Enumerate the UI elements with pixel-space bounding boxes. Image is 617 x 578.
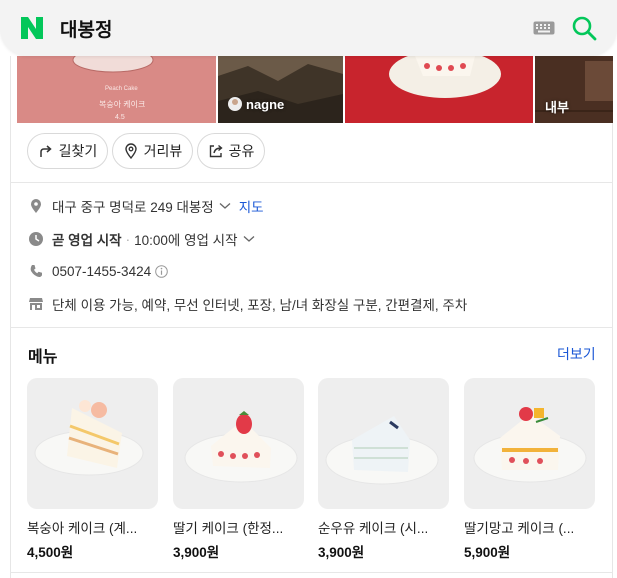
clock-icon: [29, 232, 43, 246]
peach-cake-image: [34, 400, 144, 476]
phone-row[interactable]: 0507-1455-3424: [28, 261, 168, 281]
divider: [10, 572, 613, 573]
cover-rating: 4.5: [115, 114, 125, 121]
photo-user-label: nagne: [246, 97, 285, 112]
menu-item-image[interactable]: [318, 378, 449, 509]
directions-button[interactable]: 길찾기: [27, 133, 108, 169]
search-bar[interactable]: 대봉정: [0, 0, 617, 56]
menu-item[interactable]: 딸기 케이크 (한정... 3,900원: [173, 378, 304, 561]
photo-cover[interactable]: Peach Cake 복숭아 케이크 4.5: [17, 56, 216, 123]
menu-item[interactable]: 딸기망고 케이크 (... 5,900원: [464, 378, 595, 561]
menu-item-name: 딸기망고 케이크 (...: [464, 521, 575, 536]
menu-item-name: 순우유 케이크 (시...: [318, 521, 429, 536]
photo-strip[interactable]: Peach Cake 복숭아 케이크 4.5 nagne 내부: [17, 56, 613, 123]
directions-label: 길찾기: [58, 143, 98, 159]
amenities-text: 단체 이용 가능, 예약, 무선 인터넷, 포장, 남/녀 화장실 구분, 간편…: [52, 298, 468, 313]
photo-cake[interactable]: [345, 56, 533, 123]
phone-number[interactable]: 0507-1455-3424: [52, 264, 151, 279]
search-icon[interactable]: [571, 15, 597, 41]
menu-item-price: 5,900원: [464, 545, 511, 560]
store-icon: [29, 298, 43, 310]
menu-item[interactable]: 복숭아 케이크 (계... 4,500원: [27, 378, 158, 561]
strawberry-cake-image: [184, 411, 298, 483]
photo-scenery: [218, 56, 343, 123]
menu-item-price: 3,900원: [318, 545, 365, 560]
cover-caption: Peach Cake: [105, 86, 138, 92]
naver-logo-icon[interactable]: [18, 14, 46, 42]
menu-item-price: 3,900원: [173, 545, 220, 560]
menu-item-price: 4,500원: [27, 545, 74, 560]
menu-item-name: 딸기 케이크 (한정...: [173, 521, 284, 536]
street-view-button[interactable]: 거리뷰: [112, 133, 193, 169]
menu-section-title: 메뉴: [28, 349, 58, 366]
chevron-down-icon[interactable]: [243, 235, 255, 243]
menu-item-image[interactable]: [173, 378, 304, 509]
phone-icon: [30, 265, 42, 277]
menu-item-name: 복숭아 케이크 (계...: [27, 521, 138, 536]
chevron-down-icon[interactable]: [219, 202, 231, 210]
menu-item-image[interactable]: [464, 378, 595, 509]
directions-icon: [39, 145, 52, 157]
street-view-label: 거리뷰: [143, 143, 183, 159]
menu-item-image[interactable]: [27, 378, 158, 509]
amenities-row: 단체 이용 가능, 예약, 무선 인터넷, 포장, 남/녀 화장실 구분, 간편…: [28, 294, 467, 314]
strawberry-mango-cake-image: [473, 407, 587, 483]
divider: [10, 327, 613, 328]
hours-row[interactable]: 곧 영업 시작 · 10:00에 영업 시작: [28, 229, 255, 249]
share-icon: [209, 144, 223, 158]
milk-cake-image: [325, 416, 439, 485]
keyboard-icon[interactable]: [533, 21, 555, 35]
business-status: 곧 영업 시작: [52, 233, 122, 248]
cover-title: 복숭아 케이크: [99, 100, 146, 109]
menu-more-link[interactable]: 더보기: [557, 344, 596, 364]
photo-interior[interactable]: 내부: [535, 56, 613, 123]
menu-item[interactable]: 순우유 케이크 (시... 3,900원: [318, 378, 449, 561]
location-pin-icon: [31, 199, 41, 213]
business-hours: 10:00에 영업 시작: [134, 233, 238, 248]
search-query-text[interactable]: 대봉정: [60, 15, 112, 42]
divider: [10, 182, 613, 183]
photo-review[interactable]: nagne: [218, 56, 343, 123]
share-button[interactable]: 공유: [197, 133, 265, 169]
info-icon[interactable]: [155, 264, 168, 278]
separator-dot: ·: [125, 231, 131, 247]
address-row: 대구 중구 명덕로 249 대봉정 지도: [28, 196, 264, 216]
location-pin-icon: [124, 143, 137, 159]
map-link[interactable]: 지도: [239, 196, 264, 216]
cake-plate-image: [345, 56, 533, 123]
photo-interior-label: 내부: [545, 100, 569, 115]
address-text: 대구 중구 명덕로 249 대봉정: [52, 200, 214, 215]
share-label: 공유: [228, 143, 255, 159]
